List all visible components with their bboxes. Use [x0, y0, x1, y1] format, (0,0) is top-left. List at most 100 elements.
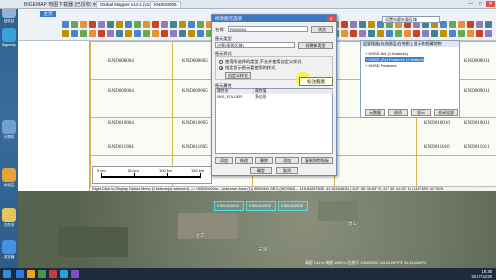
toolbar-tool-icon[interactable]: [485, 30, 492, 37]
shuijingzhu-icon[interactable]: [2, 168, 16, 182]
computer-icon[interactable]: [2, 120, 16, 134]
toolbar-tool-icon[interactable]: [98, 30, 105, 37]
attributes-table[interactable]: 属性名 属性值 SKE_FOLDER 多边形: [215, 88, 333, 154]
feature-type-select[interactable]: 边界(面状区域): [215, 42, 295, 48]
toolbar-tool-icon[interactable]: [80, 30, 87, 37]
toolbar-tool-icon[interactable]: [71, 30, 78, 37]
delete-attr-button[interactable]: 删除: [255, 157, 273, 164]
custom-style-button[interactable]: 自定义样式: [225, 72, 251, 79]
toolbar-tool-icon[interactable]: [62, 30, 69, 37]
tab-home[interactable]: 主页: [40, 11, 56, 17]
toolbar-tool-icon[interactable]: [467, 30, 474, 37]
style-radio-type[interactable]: [219, 60, 223, 64]
toolbar-tool-icon[interactable]: [476, 21, 483, 28]
toolbar-tool-icon[interactable]: [125, 30, 132, 37]
toolbar-tool-icon[interactable]: [440, 30, 447, 37]
dialog-close-button[interactable]: ✕: [327, 16, 335, 21]
toolbar-tool-icon[interactable]: [431, 30, 438, 37]
toolbar-tool-icon[interactable]: [89, 21, 96, 28]
cancel-button[interactable]: 取消: [276, 167, 298, 174]
toolbar-tool-icon[interactable]: [341, 21, 348, 28]
search-input[interactable]: 设置向量矢量区域: [382, 16, 440, 23]
toolbar-tool-icon[interactable]: [152, 21, 159, 28]
style-radio-custom[interactable]: [219, 66, 223, 70]
satellite-imagery[interactable]: 北京 天津 唐山 KND016004 KND016005 KND016006 高…: [18, 191, 496, 268]
taskbar-app-icon[interactable]: [38, 270, 46, 278]
clock[interactable]: 16:36 2017/11/25: [471, 269, 492, 279]
toolbar-tool-icon[interactable]: [152, 30, 159, 37]
close-button[interactable]: ✕: [486, 1, 495, 7]
toolbar-tool-icon[interactable]: [359, 21, 366, 28]
toolbar-tool-icon[interactable]: [134, 21, 141, 28]
tab-global-mapper[interactable]: Global Mapper v14.1 (v13: [96, 1, 156, 8]
toolbar-tool-icon[interactable]: [458, 21, 465, 28]
toolbar-tool-icon[interactable]: [89, 30, 96, 37]
layer-row[interactable]: + KNSD Features: [365, 63, 396, 68]
bigemap-desktop-icon[interactable]: [2, 28, 16, 42]
ok-button[interactable]: 确定: [250, 167, 272, 174]
edit-attr-button[interactable]: 修改: [235, 157, 253, 164]
toolbar-tool-icon[interactable]: [485, 21, 492, 28]
tab-knsd[interactable]: KNSD0006: [150, 1, 181, 8]
taskbar-app-icon[interactable]: [27, 270, 35, 278]
browse-button[interactable]: 浏览: [311, 26, 333, 33]
maximize-button[interactable]: □: [476, 1, 485, 7]
toolbar-tool-icon[interactable]: [413, 30, 420, 37]
browser-icon[interactable]: [2, 240, 16, 254]
toolbar-tool-icon[interactable]: [377, 30, 384, 37]
minimize-button[interactable]: —: [466, 1, 475, 7]
show-button[interactable]: 显示: [411, 109, 431, 116]
folder-icon[interactable]: [2, 208, 16, 222]
metadata-button[interactable]: 元数据: [365, 109, 385, 116]
add-from-file-button[interactable]: 添加: [275, 157, 299, 164]
options-button[interactable]: 选项: [388, 109, 408, 116]
taskbar-app-icon[interactable]: [49, 270, 57, 278]
toolbar-tool-icon[interactable]: [404, 30, 411, 37]
toolbar-tool-icon[interactable]: [80, 21, 87, 28]
toolbar-tool-icon[interactable]: [395, 30, 402, 37]
toolbar-tool-icon[interactable]: [458, 30, 465, 37]
toolbar-tool-icon[interactable]: [350, 30, 357, 37]
toolbar-tool-icon[interactable]: [440, 21, 447, 28]
toolbar-tool-icon[interactable]: [368, 21, 375, 28]
taskbar-app-icon[interactable]: [16, 270, 24, 278]
toolbar-tool-icon[interactable]: [170, 21, 177, 28]
toolbar-tool-icon[interactable]: [143, 30, 150, 37]
toolbar-tool-icon[interactable]: [116, 30, 123, 37]
attr-value-cell[interactable]: 多边形: [254, 95, 333, 100]
toolbar-tool-icon[interactable]: [386, 30, 393, 37]
toolbar-tool-icon[interactable]: [368, 30, 375, 37]
close-all-button[interactable]: 关闭全部: [434, 109, 458, 116]
toolbar-tool-icon[interactable]: [476, 30, 483, 37]
name-field[interactable]: R008004: [228, 26, 308, 32]
toolbar-tool-icon[interactable]: [197, 21, 204, 28]
toolbar-tool-icon[interactable]: [422, 30, 429, 37]
toolbar-tool-icon[interactable]: [143, 21, 150, 28]
toolbar-tool-icon[interactable]: [161, 21, 168, 28]
toolbar-tool-icon[interactable]: [179, 21, 186, 28]
toolbar-tool-icon[interactable]: [197, 30, 204, 37]
start-icon[interactable]: [3, 270, 11, 278]
toolbar-tool-icon[interactable]: [125, 21, 132, 28]
toolbar-tool-icon[interactable]: [134, 30, 141, 37]
toolbar-tool-icon[interactable]: [359, 30, 366, 37]
toolbar-tool-icon[interactable]: [170, 30, 177, 37]
attr-name-cell[interactable]: SKE_FOLDER: [216, 95, 254, 100]
toolbar-tool-icon[interactable]: [449, 21, 456, 28]
toolbar-tool-icon[interactable]: [350, 21, 357, 28]
toolbar-tool-icon[interactable]: [179, 30, 186, 37]
toolbar-tool-icon[interactable]: [116, 21, 123, 28]
create-new-type-button[interactable]: 创建新类型: [298, 42, 333, 49]
toolbar-tool-icon[interactable]: [98, 21, 105, 28]
toolbar-tool-icon[interactable]: [107, 30, 114, 37]
toolbar-tool-icon[interactable]: [71, 21, 78, 28]
toolbar-tool-icon[interactable]: [467, 21, 474, 28]
toolbar-tool-icon[interactable]: [62, 21, 69, 28]
toolbar-tool-icon[interactable]: [188, 30, 195, 37]
toolbar-tool-icon[interactable]: [107, 21, 114, 28]
taskbar-app-icon[interactable]: [60, 270, 68, 278]
toolbar-tool-icon[interactable]: [449, 30, 456, 37]
toolbar-tool-icon[interactable]: [341, 30, 348, 37]
layer-row-selected[interactable]: + KNSD (2d) Features (1 feature): [365, 57, 425, 62]
copy-to-clipboard-button[interactable]: 复制到剪贴板: [301, 157, 333, 164]
